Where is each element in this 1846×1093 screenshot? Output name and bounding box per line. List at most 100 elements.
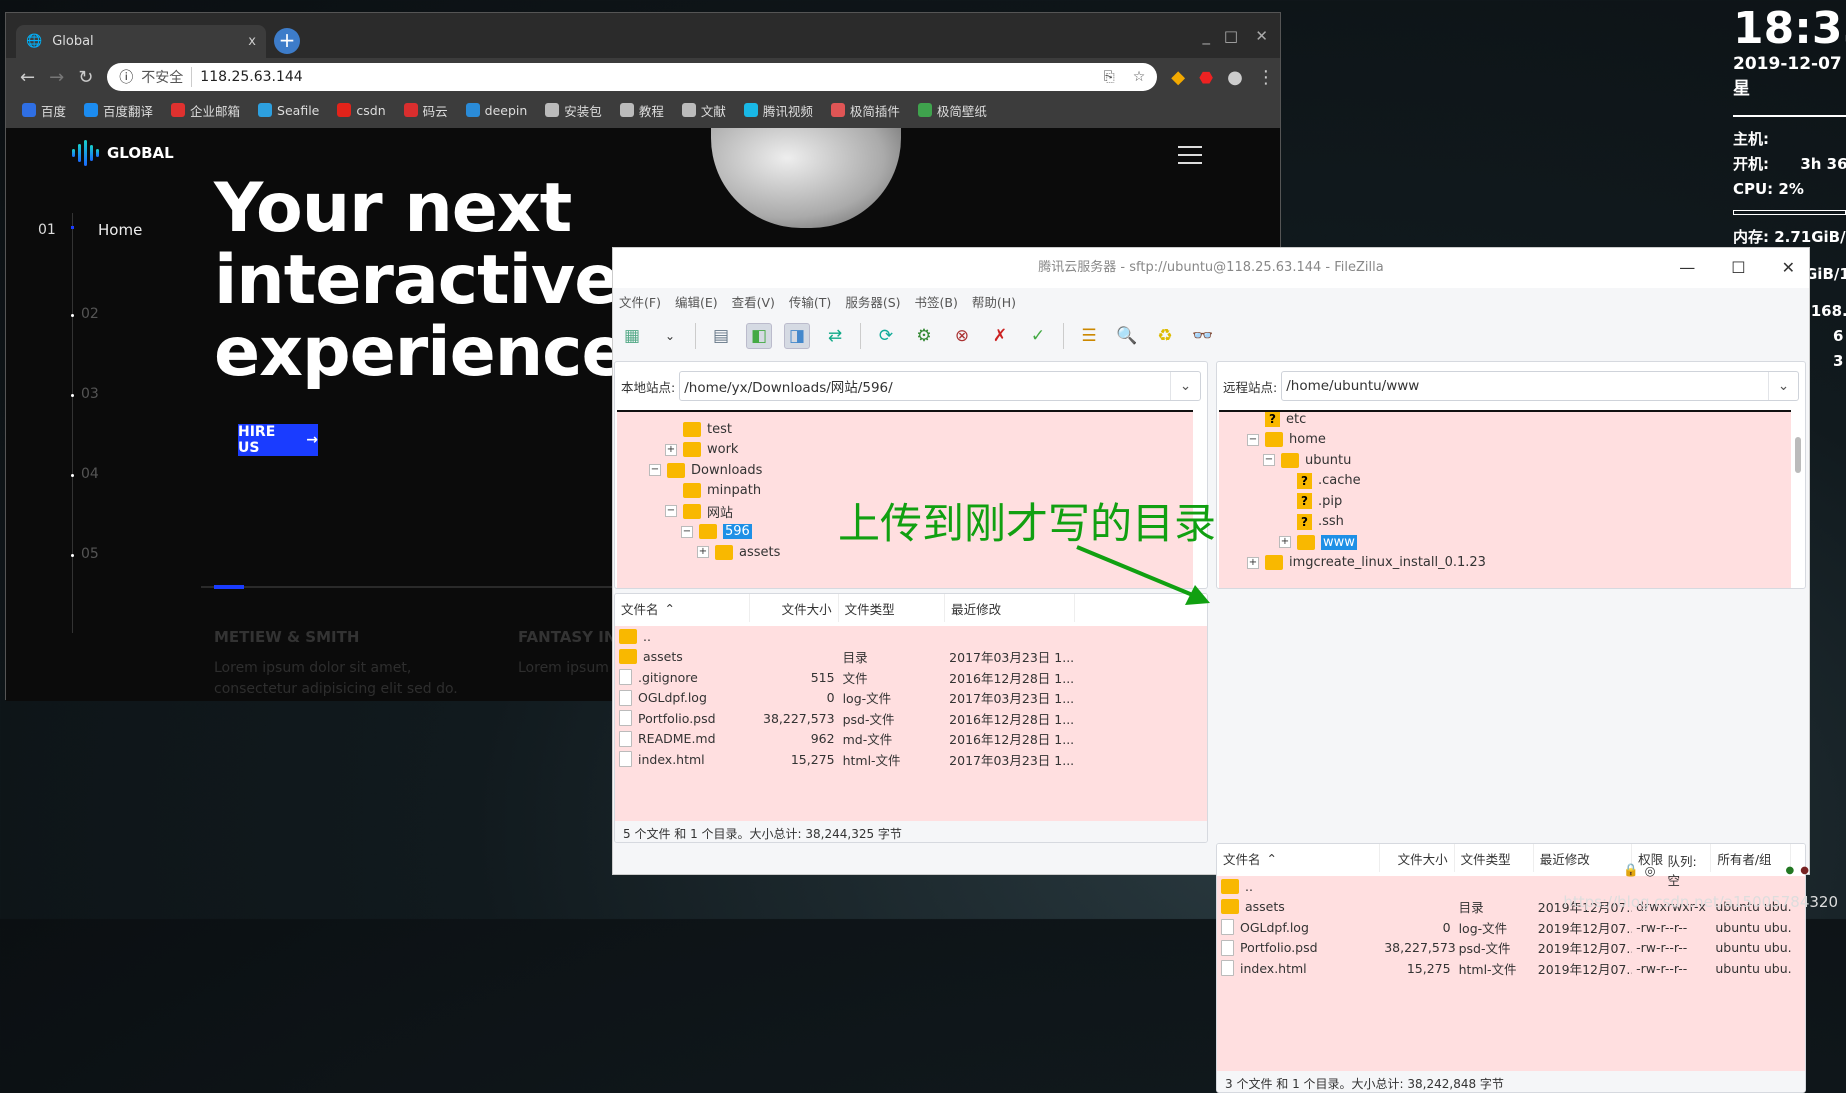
file-row[interactable]: Portfolio.psd 38,227,573 psd-文件 2019年12月07.… — [1217, 938, 1805, 959]
column-header[interactable]: 文件名 ⌃ — [615, 594, 751, 622]
nav-dot[interactable] — [71, 554, 74, 557]
tree-node[interactable]: ? etc — [1247, 412, 1306, 430]
tree-node[interactable]: test — [665, 418, 732, 440]
column-header[interactable]: 最近修改 — [945, 594, 1076, 622]
new-tab-button[interactable]: + — [274, 28, 300, 54]
maximize-icon[interactable]: □ — [1224, 27, 1238, 45]
expand-toggle-icon[interactable]: + — [697, 546, 709, 558]
extension-icon[interactable]: ◆ — [1171, 67, 1185, 88]
column-header[interactable]: 最近修改 — [1534, 844, 1633, 872]
filter-icon[interactable]: ☰ — [1076, 323, 1102, 349]
bookmark-item[interactable]: 极简插件 — [830, 101, 900, 120]
column-header[interactable]: 文件大小 — [750, 594, 839, 622]
tree-node[interactable]: ? .pip — [1279, 490, 1342, 512]
menu-item[interactable]: 服务器(S) — [845, 292, 900, 311]
column-header[interactable]: 文件类型 — [1455, 844, 1534, 872]
tree-node[interactable]: + imgcreate_linux_install_0.1.23 — [1247, 552, 1486, 574]
nav-number[interactable]: 03 — [81, 386, 99, 402]
bookmark-item[interactable]: 文献 — [681, 101, 726, 120]
bookmark-item[interactable]: 安装包 — [545, 101, 602, 120]
file-row[interactable]: assets 目录 2017年03月23日 1... — [615, 647, 1207, 668]
expand-toggle-icon[interactable]: − — [1247, 433, 1259, 446]
account-icon[interactable]: ● — [1227, 67, 1243, 88]
tree-node[interactable]: minpath — [665, 480, 761, 502]
menu-item[interactable]: 查看(V) — [732, 292, 775, 311]
bookmark-item[interactable]: 腾讯视频 — [743, 101, 813, 120]
scrollbar[interactable] — [1795, 437, 1801, 473]
chevron-down-icon[interactable]: ⌄ — [657, 323, 683, 349]
expand-toggle-icon[interactable]: + — [665, 443, 677, 456]
expand-toggle-icon[interactable]: + — [1247, 556, 1259, 569]
remote-tree[interactable]: ? etc − home − ubuntu? .cache? .pip? .ssh + www + im… — [1219, 410, 1791, 588]
minimize-icon[interactable]: — — [1679, 258, 1695, 277]
nav-number[interactable]: 02 — [81, 306, 99, 322]
local-path-input[interactable]: /home/yx/Downloads/网站/596/⌄ — [679, 371, 1201, 401]
bookmark-item[interactable]: deepin — [465, 103, 527, 118]
binoculars-icon[interactable]: 👓 — [1190, 323, 1216, 349]
chevron-down-icon[interactable]: ⌄ — [1170, 372, 1200, 400]
message-log-icon[interactable]: ▤ — [708, 323, 734, 349]
file-row[interactable]: .. — [615, 626, 1207, 647]
close-icon[interactable]: ✕ — [1255, 27, 1268, 45]
disconnect-icon[interactable]: ✗ — [987, 323, 1013, 349]
column-header[interactable]: 文件大小 — [1380, 844, 1455, 872]
file-row[interactable]: Portfolio.psd 38,227,573 psd-文件 2016年12月28日… — [615, 708, 1207, 729]
search-icon[interactable]: 🔍 — [1114, 323, 1140, 349]
refresh-icon[interactable]: ⟳ — [873, 323, 899, 349]
tree-node[interactable]: ? .ssh — [1279, 511, 1344, 533]
menu-item[interactable]: 传输(T) — [789, 292, 831, 311]
hire-us-button[interactable]: HIRE US → — [238, 424, 318, 456]
menu-item[interactable]: 文件(F) — [619, 292, 661, 311]
forward-icon[interactable]: → — [49, 67, 64, 88]
file-row[interactable]: .gitignore 515 文件 2016年12月28日 1... — [615, 667, 1207, 688]
expand-toggle-icon[interactable]: − — [649, 464, 661, 476]
nav-dot[interactable] — [71, 314, 74, 317]
reload-icon[interactable]: ↻ — [78, 67, 93, 88]
cancel-icon[interactable]: ⊗ — [949, 323, 975, 349]
nav-number[interactable]: 05 — [81, 546, 99, 562]
site-manager-icon[interactable]: ▦ — [619, 323, 645, 349]
remote-tree-toggle-icon[interactable]: ◨ — [784, 323, 810, 349]
tree-node[interactable]: − Downloads — [649, 459, 762, 481]
minimize-icon[interactable]: _ — [1203, 27, 1211, 45]
bookmark-item[interactable]: Seafile — [258, 103, 319, 118]
address-bar[interactable]: ⓘ 不安全 118.25.63.144 ⎘ ☆ — [107, 63, 1158, 91]
tree-node[interactable]: − 网站 — [665, 500, 733, 522]
bookmark-item[interactable]: 百度 — [22, 101, 66, 120]
bookmark-item[interactable]: 教程 — [619, 101, 664, 120]
star-icon[interactable]: ☆ — [1133, 69, 1146, 85]
tree-node[interactable]: + assets — [697, 541, 780, 563]
expand-toggle-icon[interactable]: − — [681, 525, 693, 538]
file-row[interactable]: README.md 962 md-文件 2016年12月28日 1... — [615, 729, 1207, 750]
back-icon[interactable]: ← — [20, 67, 35, 88]
local-tree-toggle-icon[interactable]: ◧ — [746, 323, 772, 349]
file-row[interactable]: index.html 15,275 html-文件 2017年03月23日 1... — [615, 749, 1207, 770]
tree-node[interactable]: − home — [1247, 429, 1326, 451]
tree-node[interactable]: − 596 — [681, 521, 752, 543]
tab-close-button[interactable]: x — [248, 34, 256, 49]
expand-toggle-icon[interactable]: + — [1279, 536, 1291, 548]
file-row[interactable]: OGLdpf.log 0 log-文件 2017年03月23日 1... — [615, 688, 1207, 709]
transfer-queue-icon[interactable]: ⇄ — [822, 323, 848, 349]
expand-toggle-icon[interactable]: − — [1263, 454, 1275, 466]
translate-icon[interactable]: ⎘ — [1104, 69, 1115, 85]
remote-path-input[interactable]: /home/ubuntu/www ⌄ — [1281, 371, 1799, 401]
menu-item[interactable]: 书签(B) — [915, 292, 958, 311]
sync-browse-icon[interactable]: ♻ — [1152, 323, 1178, 349]
nav-number[interactable]: 04 — [81, 466, 99, 482]
menu-item[interactable]: 编辑(E) — [675, 292, 718, 311]
file-row[interactable]: index.html 15,275 html-文件 2019年12月07... -rw-… — [1217, 958, 1805, 979]
column-header[interactable]: 文件类型 — [839, 594, 946, 622]
menu-icon[interactable]: ⋮ — [1257, 67, 1275, 88]
tree-node[interactable]: + work — [665, 439, 738, 461]
site-logo[interactable]: GLOBAL — [72, 140, 174, 166]
tree-node[interactable]: ? .cache — [1279, 470, 1361, 492]
column-header[interactable]: 文件名 ⌃ — [1217, 844, 1381, 872]
close-icon[interactable]: ✕ — [1782, 258, 1795, 277]
bookmark-item[interactable]: 百度翻译 — [84, 101, 153, 120]
menu-item[interactable]: 帮助(H) — [972, 292, 1016, 311]
nav-dot[interactable] — [71, 474, 74, 477]
bookmark-item[interactable]: 码云 — [403, 101, 448, 120]
tab-global[interactable]: 🌐 Global x — [16, 25, 266, 58]
adblock-icon[interactable]: ⬣ — [1199, 68, 1213, 87]
